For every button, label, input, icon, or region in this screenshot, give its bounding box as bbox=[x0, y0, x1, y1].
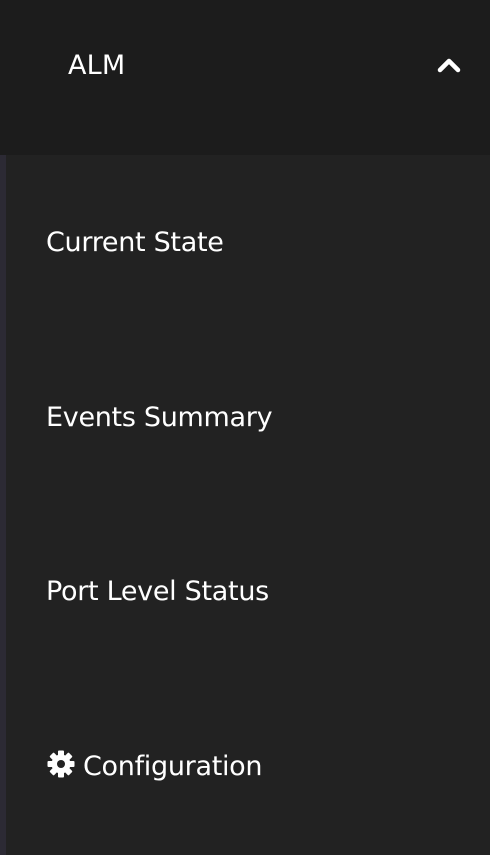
gear-icon bbox=[47, 750, 75, 778]
accordion-title: ALM bbox=[68, 50, 126, 81]
alm-accordion-header[interactable]: ALM bbox=[0, 0, 490, 155]
menu-item-label: Configuration bbox=[83, 751, 263, 782]
menu-item-label: Events Summary bbox=[46, 402, 273, 433]
menu-item-label: Current State bbox=[46, 227, 224, 258]
menu-item-events-summary[interactable]: Events Summary bbox=[46, 393, 273, 443]
menu-item-current-state[interactable]: Current State bbox=[46, 218, 224, 268]
menu-item-port-level-status[interactable]: Port Level Status bbox=[46, 567, 269, 617]
menu-item-label: Port Level Status bbox=[46, 576, 269, 607]
chevron-up-icon[interactable] bbox=[437, 55, 461, 75]
sidebar-left-border bbox=[0, 155, 6, 855]
sidebar-menu: ALM Current State Events Summary Port Le… bbox=[0, 0, 490, 855]
menu-item-configuration[interactable]: Configuration bbox=[46, 742, 263, 792]
